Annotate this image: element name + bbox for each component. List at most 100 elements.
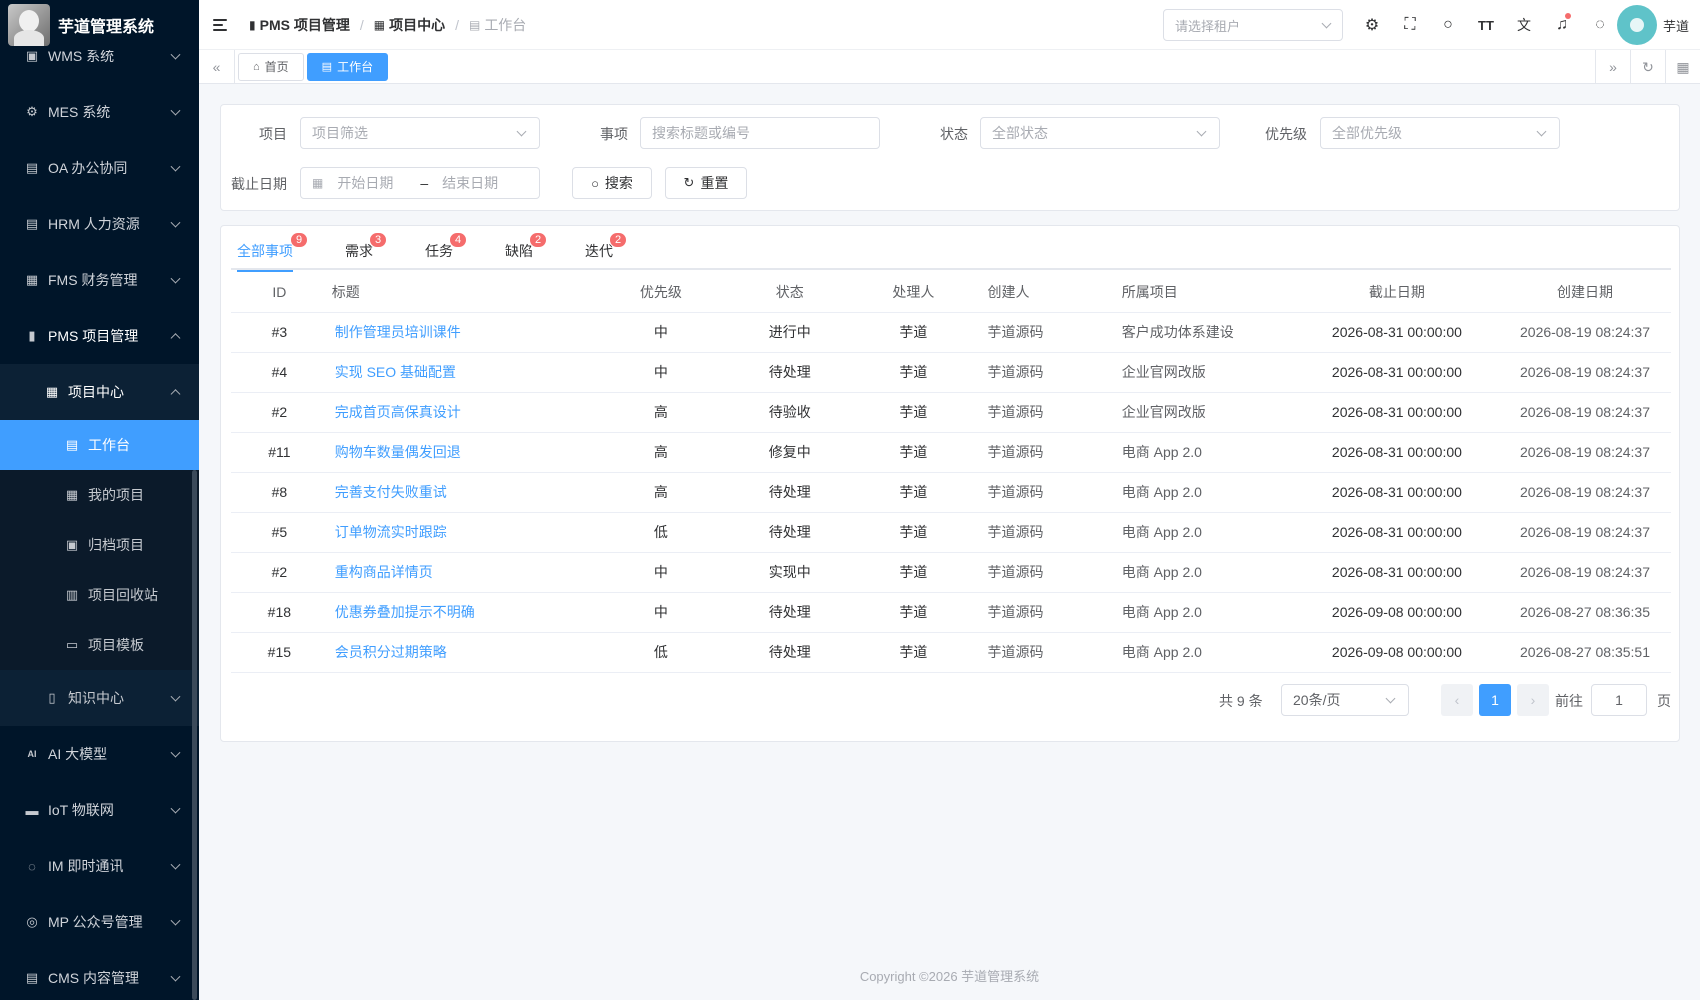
chevron-down-icon (170, 915, 181, 926)
tag-workbench[interactable]: ▤ 工作台 (306, 52, 389, 81)
sidebar-item-hrm[interactable]: ▤ HRM 人力资源 (0, 196, 199, 252)
cell-title-link[interactable]: 实现 SEO 基础配置 (327, 352, 597, 393)
prev-page-button[interactable]: ‹ (1441, 684, 1473, 716)
page-size-select[interactable]: 20条/页 (1281, 684, 1409, 716)
scroll-left-icon[interactable]: « (199, 49, 235, 84)
sidebar-item-mp[interactable]: ◎ MP 公众号管理 (0, 894, 199, 950)
sidebar-item-knowledge[interactable]: ▯ 知识中心 (0, 670, 199, 726)
tab-requirement[interactable]: 需求 3 (345, 226, 388, 270)
tab-bug[interactable]: 缺陷 2 (505, 226, 548, 270)
total-count: 共 9 条 (1219, 693, 1263, 709)
sidebar-item-fms[interactable]: ▦ FMS 财务管理 (0, 252, 199, 308)
username[interactable]: 芋道 (1663, 16, 1689, 35)
clipboard-icon: ▤ (321, 61, 333, 73)
sidebar-item-oa[interactable]: ▤ OA 办公协同 (0, 140, 199, 196)
project-select[interactable]: 项目筛选 (300, 117, 540, 149)
sidebar-item-ai[interactable]: AI AI 大模型 (0, 726, 199, 782)
translate-icon[interactable]: 文 (1505, 0, 1543, 50)
column-header[interactable]: 所属项目 (1106, 272, 1295, 313)
bell-icon[interactable]: ♫ (1543, 0, 1581, 50)
table-row[interactable]: #8 完善支付失败重试高待处理 芋道 芋道源码 电商 App 2.0 2026-08-31… (231, 472, 1671, 513)
page-number-button[interactable]: 1 (1479, 684, 1511, 716)
cell-status: 待处理 (725, 512, 855, 553)
status-label: 状态 (940, 126, 968, 142)
avatar[interactable] (1617, 5, 1657, 45)
sidebar-item-my-projects[interactable]: ▦ 我的项目 (0, 470, 199, 520)
scroll-right-icon[interactable]: » (1595, 50, 1630, 84)
settings-icon[interactable]: ⚙ (1353, 0, 1391, 50)
app-logo[interactable]: 芋道管理系统 (0, 0, 199, 50)
cell-title-link[interactable]: 订单物流实时跟踪 (327, 512, 597, 553)
item-search-input[interactable]: 搜索标题或编号 (640, 117, 880, 149)
tab-iteration[interactable]: 迭代 2 (585, 226, 628, 270)
cell-title-link[interactable]: 会员积分过期策略 (327, 632, 597, 673)
goto-page-input[interactable]: 1 (1591, 684, 1647, 716)
end-date-input[interactable]: 结束日期 (442, 173, 498, 193)
column-header[interactable]: 标题 (327, 272, 597, 313)
hamburger-icon[interactable] (213, 18, 227, 31)
cell-title-link[interactable]: 购物车数量偶发回退 (327, 432, 597, 473)
breadcrumb-item[interactable]: ▮ PMS 项目管理 (249, 15, 350, 35)
start-date-input[interactable]: 开始日期 (337, 173, 412, 193)
cell-status: 待处理 (725, 472, 855, 513)
sidebar-item-pms[interactable]: ▮ PMS 项目管理 (0, 308, 199, 364)
cell-title-link[interactable]: 重构商品详情页 (327, 552, 597, 593)
sidebar-item-mes[interactable]: ⚙ MES 系统 (0, 84, 199, 140)
tenant-select[interactable]: 请选择租户 (1163, 9, 1343, 41)
sidebar-item-cms[interactable]: ▤ CMS 内容管理 (0, 950, 199, 1000)
cell-title-link[interactable]: 完善支付失败重试 (327, 472, 597, 513)
status-select[interactable]: 全部状态 (980, 117, 1220, 149)
refresh-icon[interactable]: ↻ (1630, 50, 1665, 84)
sidebar-item-project-center[interactable]: ▦ 项目中心 (0, 364, 199, 420)
tag-home[interactable]: ⌂ 首页 (238, 52, 304, 81)
table-row[interactable]: #3 制作管理员培训课件中进行中 芋道 芋道源码 客户成功体系建设 2026-08-31 … (231, 312, 1671, 353)
table-row[interactable]: #5 订单物流实时跟踪低待处理 芋道 芋道源码 电商 App 2.0 2026-08-31… (231, 512, 1671, 553)
column-header[interactable]: 优先级 (596, 272, 726, 313)
sidebar-item-templates[interactable]: ▭ 项目模板 (0, 620, 199, 670)
priority-select[interactable]: 全部优先级 (1320, 117, 1560, 149)
cell-due-date: 2026-08-31 00:00:00 (1294, 552, 1500, 593)
tab-all[interactable]: 全部事项 9 (237, 226, 309, 272)
table-row[interactable]: #15 会员积分过期策略低待处理 芋道 芋道源码 电商 App 2.0 2026-09-0… (231, 632, 1671, 673)
breadcrumb-separator: / (359, 16, 364, 33)
sidebar-item-workbench[interactable]: ▤ 工作台 (0, 420, 199, 470)
search-icon[interactable]: ○ (1429, 0, 1467, 50)
table-row[interactable]: #2 重构商品详情页中实现中 芋道 芋道源码 电商 App 2.0 2026-08-31 … (231, 552, 1671, 593)
sidebar-item-archived[interactable]: ▣ 归档项目 (0, 520, 199, 570)
column-header[interactable]: ID (231, 272, 328, 313)
cell-id: #15 (231, 632, 328, 673)
table-row[interactable]: #11 购物车数量偶发回退高修复中 芋道 芋道源码 电商 App 2.0 2026-08-… (231, 432, 1671, 473)
table-row[interactable]: #18 优惠券叠加提示不明确中待处理 芋道 芋道源码 电商 App 2.0 2026-09… (231, 592, 1671, 633)
reset-button[interactable]: ↻ 重置 (665, 167, 747, 199)
sidebar-item-recycle[interactable]: ▥ 项目回收站 (0, 570, 199, 620)
tags-menu-icon[interactable]: ▦ (1665, 50, 1700, 84)
column-header[interactable]: 截止日期 (1294, 272, 1500, 313)
cell-priority: 低 (596, 632, 726, 673)
column-header[interactable]: 状态 (725, 272, 855, 313)
fullscreen-icon[interactable]: ⛶ (1391, 0, 1429, 50)
breadcrumb-item[interactable]: ▦ 项目中心 (374, 15, 445, 35)
cell-assignee: 芋道 (854, 352, 973, 393)
sidebar-item-im[interactable]: ◌ IM 即时通讯 (0, 838, 199, 894)
chevron-down-icon (170, 971, 181, 982)
font-size-icon[interactable]: TT (1467, 0, 1505, 50)
column-header[interactable]: 处理人 (854, 272, 973, 313)
table-row[interactable]: #2 完成首页高保真设计高待验收 芋道 芋道源码 企业官网改版 2026-08-31 00… (231, 392, 1671, 433)
sidebar-item-iot[interactable]: ▬ IoT 物联网 (0, 782, 199, 838)
due-date-range[interactable]: ▦ 开始日期 – 结束日期 (300, 167, 540, 199)
cell-title-link[interactable]: 制作管理员培训课件 (327, 312, 597, 353)
next-page-button[interactable]: › (1517, 684, 1549, 716)
cell-title-link[interactable]: 完成首页高保真设计 (327, 392, 597, 433)
sidebar-scrollbar[interactable] (192, 470, 197, 1000)
message-icon[interactable]: ◌ (1581, 0, 1619, 50)
cell-project: 电商 App 2.0 (1106, 472, 1295, 513)
cell-project: 电商 App 2.0 (1106, 512, 1295, 553)
cell-created-date: 2026-08-19 08:24:37 (1499, 432, 1671, 473)
column-header[interactable]: 创建日期 (1499, 272, 1671, 313)
tab-task[interactable]: 任务 4 (425, 226, 468, 270)
search-button[interactable]: ○ 搜索 (572, 167, 652, 199)
cell-title-link[interactable]: 优惠券叠加提示不明确 (327, 592, 597, 633)
money-icon: ▦ (25, 272, 39, 287)
table-row[interactable]: #4 实现 SEO 基础配置中待处理 芋道 芋道源码 企业官网改版 2026-08-31 … (231, 352, 1671, 393)
column-header[interactable]: 创建人 (972, 272, 1107, 313)
